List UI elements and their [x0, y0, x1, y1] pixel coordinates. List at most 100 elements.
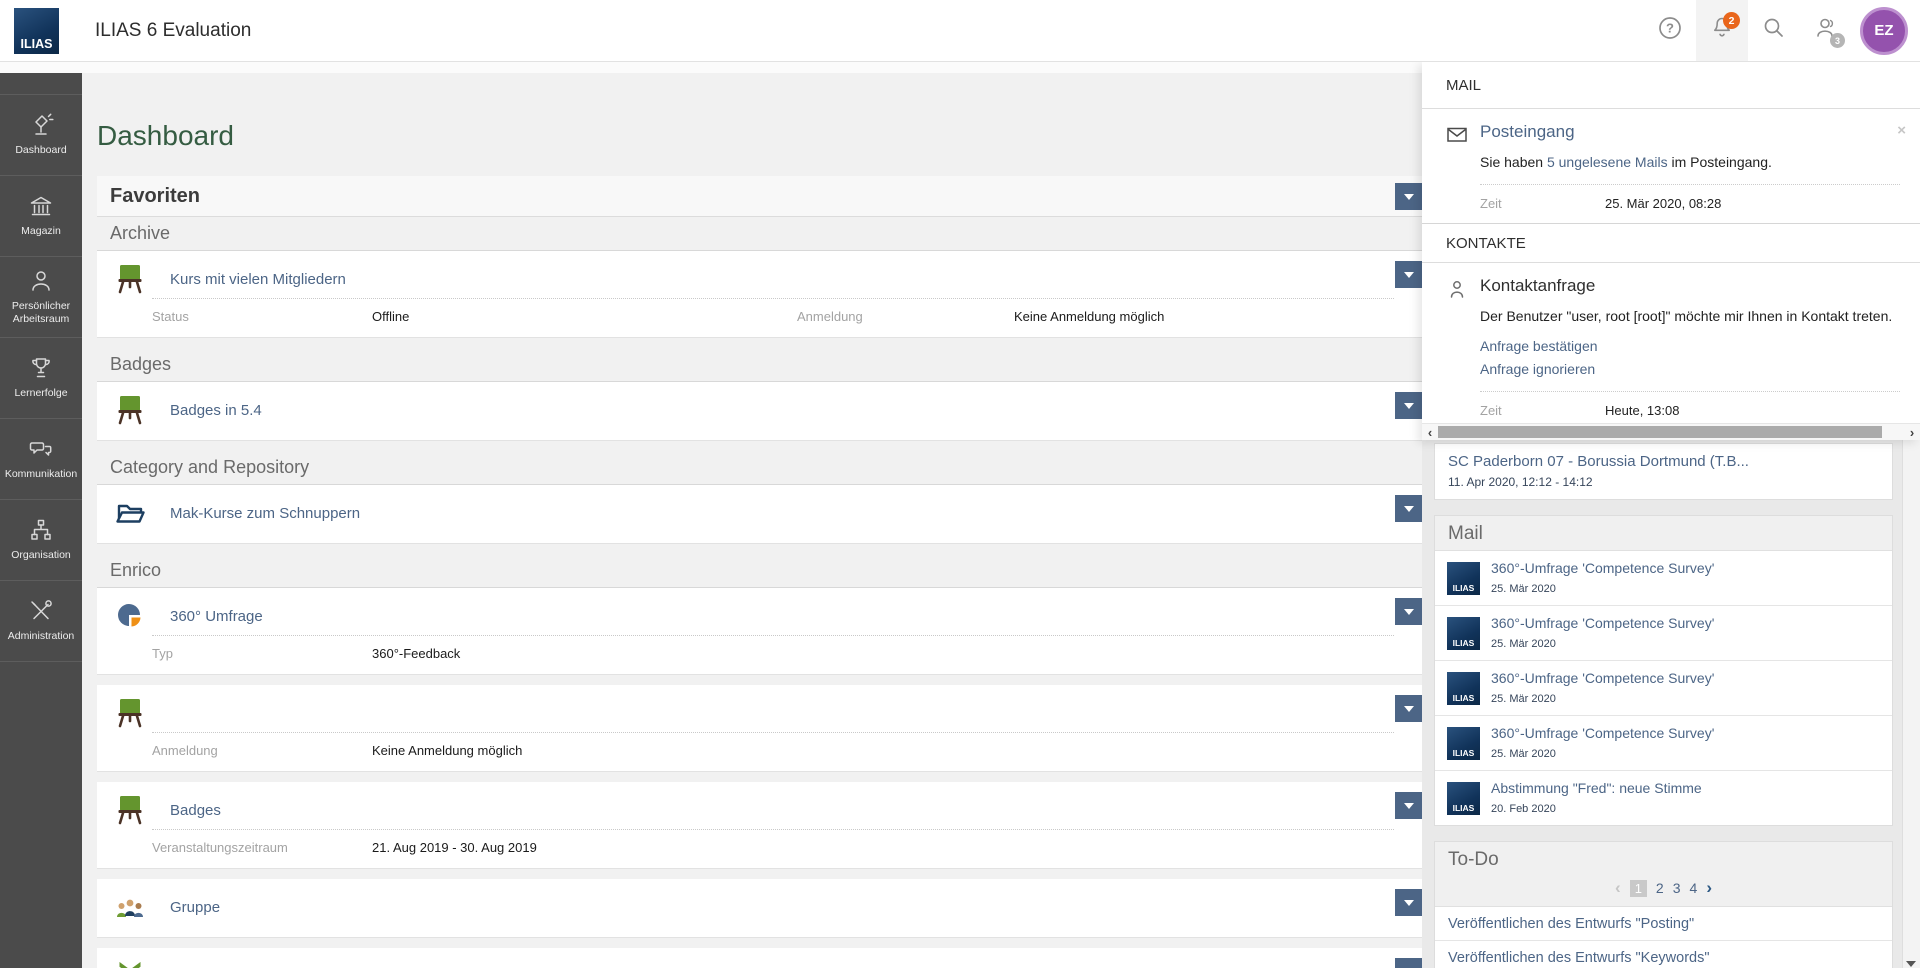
posteingang-link[interactable]: Posteingang [1480, 122, 1575, 142]
item-link[interactable]: 360° Umfrage [170, 608, 263, 625]
mail-date: 20. Feb 2020 [1491, 803, 1556, 815]
list-item-learning-sequence: Learning Sequence [97, 948, 1422, 968]
sidebar-item-administration[interactable]: Administration [0, 581, 82, 662]
sidebar-item-personal-workspace[interactable]: Persönlicher Arbeitsraum [0, 257, 82, 338]
top-header: ILIAS ILIAS 6 Evaluation ? 2 [0, 0, 1920, 62]
learning-sequence-icon [115, 960, 145, 968]
mail-subject-link[interactable]: Abstimmung "Fred": neue Stimme [1491, 780, 1702, 796]
favourites-panel-header: Favoriten [97, 176, 1422, 217]
item-actions-dropdown[interactable] [1395, 889, 1422, 916]
todo-item-link[interactable]: Veröffentlichen des Entwurfs "Posting" [1448, 916, 1694, 932]
mail-subject-link[interactable]: 360°-Umfrage 'Competence Survey' [1491, 725, 1714, 741]
favourites-title: Favoriten [110, 185, 200, 208]
item-link[interactable]: Badges in 5.4 [170, 402, 262, 419]
list-item-360-umfrage: 360° Umfrage Typ 360°-Feedback [97, 588, 1422, 675]
item-actions-dropdown[interactable] [1395, 598, 1422, 625]
calendar-event-time: 11. Apr 2020, 12:12 - 14:12 [1448, 475, 1879, 489]
communication-bubbles-icon [28, 436, 54, 462]
horizontal-scrollbar[interactable]: ‹ › [1422, 423, 1920, 440]
todo-panel-title: To-Do [1448, 849, 1879, 871]
course-icon [115, 394, 145, 426]
todo-list-item: Veröffentlichen des Entwurfs "Keywords" [1435, 941, 1892, 968]
sidebar-item-kommunikation[interactable]: Kommunikation [0, 419, 82, 500]
close-icon[interactable]: × [1897, 122, 1906, 139]
dashboard-lamp-icon [28, 112, 54, 138]
course-icon [115, 697, 145, 729]
time-row: Zeit 25. Mär 2020, 08:28 [1480, 185, 1900, 211]
item-actions-dropdown[interactable] [1395, 695, 1422, 722]
item-actions-dropdown[interactable] [1395, 261, 1422, 288]
user-avatar[interactable]: EZ [1860, 7, 1908, 55]
pagination-page-link[interactable]: 4 [1690, 880, 1698, 896]
avatar-initials: EZ [1874, 22, 1893, 39]
sidebar-item-magazin[interactable]: Magazin [0, 176, 82, 257]
pagination-prev-icon[interactable]: ‹ [1615, 878, 1621, 898]
time-row: Zeit Heute, 13:08 [1480, 392, 1900, 418]
group-icon [115, 891, 145, 923]
contacts-button[interactable]: 3 [1800, 0, 1852, 61]
list-item-untitled-course: Anmeldung Keine Anmeldung möglich [97, 685, 1422, 772]
list-item-gruppe: Gruppe [97, 879, 1422, 938]
item-link[interactable]: Badges [170, 802, 221, 819]
calendar-event-card: SC Paderborn 07 - Borussia Dortmund (T.B… [1434, 443, 1893, 500]
item-actions-dropdown[interactable] [1395, 392, 1422, 419]
sidebar-item-lernerfolge[interactable]: Lernerfolge [0, 338, 82, 419]
pagination-page-current[interactable]: 1 [1630, 880, 1647, 897]
contact-request-item: Kontaktanfrage Der Benutzer "user, root … [1422, 263, 1920, 430]
list-item-badges: Badges Veranstaltungszeitraum 21. Aug 20… [97, 782, 1422, 869]
mail-list-item: ILIAS 360°-Umfrage 'Competence Survey'25… [1435, 661, 1892, 716]
todo-item-link[interactable]: Veröffentlichen des Entwurfs "Keywords" [1448, 950, 1710, 966]
envelope-icon [1446, 124, 1468, 146]
svg-text:?: ? [1666, 21, 1674, 36]
horizontal-scrollbar-thumb[interactable] [1438, 426, 1882, 438]
mail-subject-link[interactable]: 360°-Umfrage 'Competence Survey' [1491, 615, 1714, 631]
section-header-archive: Archive [97, 217, 1422, 251]
notifications-button[interactable]: 2 [1696, 0, 1748, 61]
favourites-actions-dropdown[interactable] [1395, 183, 1422, 210]
mail-panel-title: Mail [1435, 516, 1892, 551]
search-button[interactable] [1748, 0, 1800, 61]
item-link[interactable]: Mak-Kurse zum Schnuppern [170, 505, 360, 522]
course-icon [115, 794, 145, 826]
contacts-count-badge: 3 [1830, 33, 1845, 48]
unread-mails-link[interactable]: 5 ungelesene Mails [1547, 154, 1668, 170]
scroll-right-arrow-icon[interactable]: › [1904, 425, 1920, 440]
pagination-next-icon[interactable]: › [1706, 878, 1712, 898]
item-link[interactable]: Kurs mit vielen Mitgliedern [170, 271, 346, 288]
section-header-badges: Badges [97, 348, 1422, 382]
mail-subject-link[interactable]: 360°-Umfrage 'Competence Survey' [1491, 560, 1714, 576]
item-properties: Status Offline Anmeldung Keine Anmeldung… [152, 298, 1394, 337]
item-actions-dropdown[interactable] [1395, 792, 1422, 819]
kontaktanfrage-title: Kontaktanfrage [1480, 276, 1595, 296]
help-button[interactable]: ? [1644, 0, 1696, 61]
sidebar-item-organisation[interactable]: Organisation [0, 500, 82, 581]
course-icon [115, 263, 145, 295]
sidebar-item-dashboard[interactable]: Dashboard [0, 94, 82, 176]
ilias-logo-thumbnail: ILIAS [1447, 672, 1480, 705]
mail-group-header: MAIL [1422, 62, 1920, 109]
scroll-left-arrow-icon[interactable]: ‹ [1422, 425, 1438, 440]
todo-pagination: ‹ 1 2 3 4 › [1448, 878, 1879, 898]
ilias-logo[interactable]: ILIAS [14, 8, 59, 54]
item-actions-dropdown[interactable] [1395, 495, 1422, 522]
calendar-event-link[interactable]: SC Paderborn 07 - Borussia Dortmund (T.B… [1448, 453, 1879, 470]
pagination-page-link[interactable]: 2 [1656, 880, 1664, 896]
item-link[interactable]: Gruppe [170, 899, 220, 916]
scroll-down-arrow-icon[interactable] [1906, 961, 1916, 967]
confirm-request-link[interactable]: Anfrage bestätigen [1480, 335, 1900, 357]
ilias-app: ILIAS ILIAS 6 Evaluation ? 2 [0, 0, 1920, 968]
achievements-trophy-icon [28, 355, 54, 381]
mail-date: 25. Mär 2020 [1491, 583, 1556, 595]
mail-panel: Mail ILIAS 360°-Umfrage 'Competence Surv… [1434, 515, 1893, 826]
survey-pie-icon [115, 600, 145, 632]
pagination-page-link[interactable]: 3 [1673, 880, 1681, 896]
item-properties: Anmeldung Keine Anmeldung möglich [152, 732, 1394, 771]
mail-notification-text: Sie haben 5 ungelesene Mails im Posteing… [1480, 153, 1900, 173]
mail-subject-link[interactable]: 360°-Umfrage 'Competence Survey' [1491, 670, 1714, 686]
personal-workspace-user-icon [28, 268, 54, 294]
chevron-down-icon [1404, 506, 1414, 512]
ignore-request-link[interactable]: Anfrage ignorieren [1480, 358, 1900, 380]
vertical-scrollbar[interactable] [1902, 440, 1920, 968]
item-actions-dropdown[interactable] [1395, 958, 1422, 968]
ilias-logo-thumbnail: ILIAS [1447, 562, 1480, 595]
